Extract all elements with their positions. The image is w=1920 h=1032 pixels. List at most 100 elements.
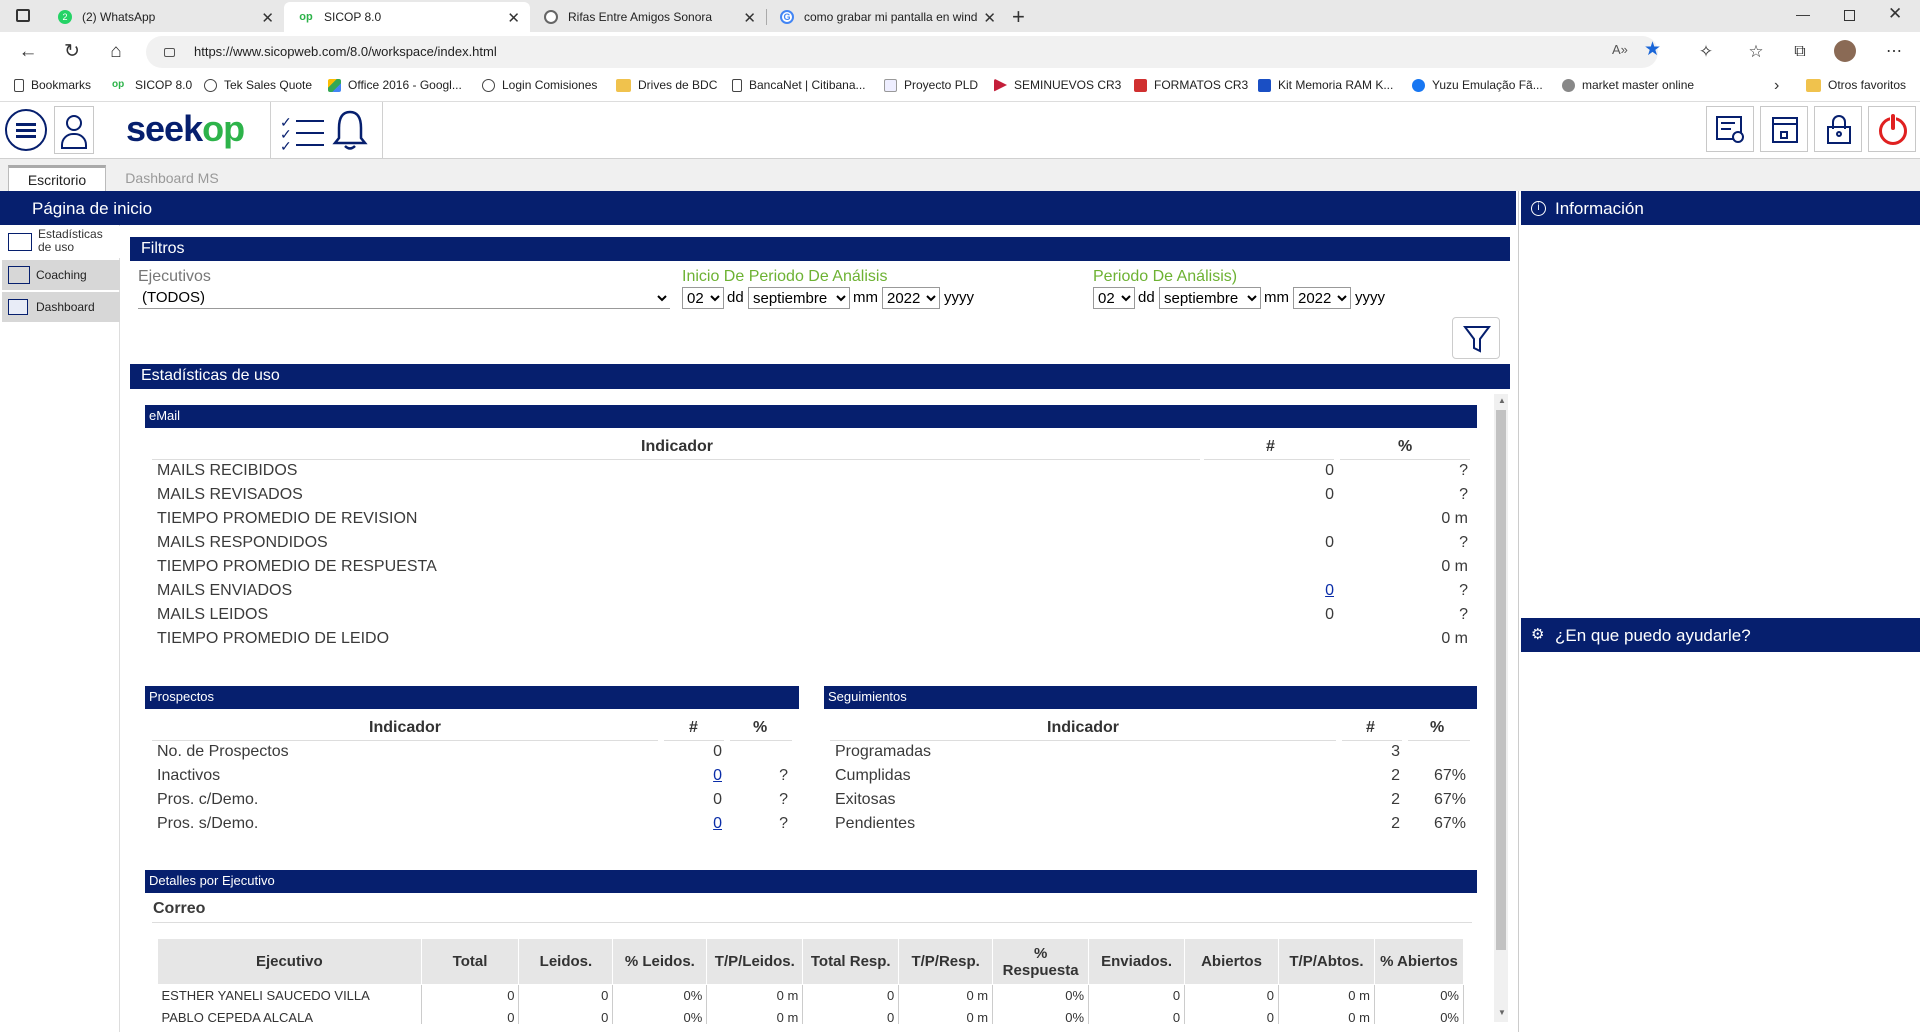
tab-whatsapp[interactable]: 2 (2) WhatsApp ✕ <box>44 2 284 32</box>
detalles-col-header: T/P/Resp. <box>898 938 994 985</box>
page-title: Página de inicio <box>32 199 153 218</box>
checklist-icon[interactable]: ✓ ✓ ✓ <box>280 110 326 154</box>
other-favorites[interactable]: Otros favoritos <box>1806 78 1906 92</box>
funnel-icon <box>1463 326 1491 353</box>
tab-sicop[interactable]: op SICOP 8.0 ✕ <box>284 2 530 32</box>
email-row-count: 0 <box>1325 462 1334 479</box>
detalles-cell: 0 <box>802 984 900 1007</box>
ejecutivos-select[interactable]: (TODOS) <box>138 287 670 309</box>
lock-icon[interactable] <box>1814 106 1862 152</box>
email-row-label: TIEMPO PROMEDIO DE REVISION <box>157 510 418 527</box>
new-tab-button[interactable]: + <box>1012 4 1025 30</box>
power-off-icon[interactable] <box>1868 106 1916 152</box>
minimize-button[interactable]: — <box>1796 6 1810 22</box>
tab-actions-icon[interactable] <box>16 9 30 22</box>
back-icon[interactable]: ← <box>16 40 40 64</box>
bookmark-item[interactable]: market master online <box>1562 78 1694 92</box>
calendar-icon[interactable] <box>1760 106 1808 152</box>
chevron-right-icon[interactable]: › <box>1774 77 1779 95</box>
inicio-day-select[interactable]: 02 <box>682 287 724 309</box>
sidebar-item-dashboard[interactable]: Dashboard <box>2 292 120 322</box>
url-text[interactable]: https://www.sicopweb.com/8.0/workspace/i… <box>194 44 497 59</box>
favorites-icon[interactable]: ☆ <box>1744 40 1768 64</box>
seguimientos-row-label: Cumplidas <box>835 767 911 784</box>
prospectos-row-count[interactable]: 0 <box>660 815 722 833</box>
prospectos-row-label: Inactivos <box>157 767 221 784</box>
detalles-col-header: T/P/Leidos. <box>706 938 804 985</box>
filter-button[interactable] <box>1452 317 1500 359</box>
email-row-pct: ? <box>1459 462 1468 479</box>
arrow-logo-icon <box>994 78 1007 92</box>
close-tab-icon[interactable]: ✕ <box>743 9 756 27</box>
seekop-logo: seekopseekop <box>126 108 245 149</box>
refresh-icon[interactable]: ↻ <box>60 40 84 64</box>
bookmark-item[interactable]: Office 2016 - Googl... <box>328 78 462 92</box>
table-row: ESTHER YANELI SAUCEDO VILLA 0 0 0% 0 m00 m 0%… <box>157 984 1465 1007</box>
content-scrollbar[interactable]: ▲ ▼ <box>1494 394 1508 1022</box>
sidebar-item-coaching[interactable]: Coaching <box>2 260 120 290</box>
detalles-cell: 0% <box>612 984 708 1007</box>
page-title-bar: Página de inicio <box>0 191 1516 225</box>
seguimientos-row-count: 2 <box>1391 767 1400 784</box>
tab-escritorio[interactable]: Escritorio <box>8 165 106 191</box>
prospectos-row-count[interactable]: 0 <box>660 767 722 785</box>
favorite-star-icon[interactable]: ★ <box>1644 38 1661 61</box>
tab-rifas[interactable]: Rifas Entre Amigos Sonora ✕ <box>530 2 766 32</box>
seguimientos-row-label: Exitosas <box>835 791 896 808</box>
email-row-count[interactable]: 0 <box>1230 582 1334 600</box>
bookmark-item[interactable]: FORMATOS CR3 <box>1134 78 1248 92</box>
restore-button[interactable] <box>1844 10 1855 21</box>
app-header: seekopseekop ✓ ✓ ✓ <box>0 102 1920 159</box>
profile-avatar[interactable] <box>1834 40 1856 62</box>
periodo-day-select[interactable]: 02 <box>1093 287 1135 309</box>
google-icon: G <box>780 10 794 24</box>
help-header[interactable]: ⚙ ¿En que puedo ayudarle? <box>1521 618 1920 652</box>
collections-icon[interactable]: ⧉ <box>1788 40 1812 64</box>
close-tab-icon[interactable]: ✕ <box>261 9 274 27</box>
bookmark-item[interactable]: SEMINUEVOS CR3 <box>994 78 1121 92</box>
bookmarks-bar: Bookmarks op SICOP 8.0 Tek Sales Quote Of… <box>0 72 1920 102</box>
periodo-year-select[interactable]: 2022 <box>1293 287 1351 309</box>
email-row-pct: ? <box>1459 606 1468 623</box>
home-icon[interactable]: ⌂ <box>104 40 128 64</box>
inicio-month-select[interactable]: septiembre <box>748 287 850 309</box>
address-bar-row: ← ↻ ⌂ https://www.sicopweb.com/8.0/works… <box>0 32 1920 72</box>
extensions-icon[interactable]: ✧ <box>1694 40 1718 64</box>
inicio-year-select[interactable]: 2022 <box>882 287 940 309</box>
bookmark-item[interactable]: Yuzu Emulação Fã... <box>1412 78 1543 92</box>
tab-google[interactable]: G como grabar mi pantalla en wind ✕ <box>766 2 1006 32</box>
sidebar-item-estadisticas[interactable]: Estadísticas de uso <box>2 226 120 258</box>
bookmark-item[interactable]: op SICOP 8.0 <box>112 78 192 92</box>
info-title: Información <box>1555 199 1644 218</box>
hamburger-menu-icon[interactable] <box>5 109 47 151</box>
bookmark-item[interactable]: Drives de BDC <box>616 78 717 92</box>
folder-icon <box>1806 78 1821 92</box>
periodo-month-select[interactable]: septiembre <box>1159 287 1261 309</box>
scrollbar-thumb[interactable] <box>1496 410 1506 950</box>
bookmark-item[interactable]: Login Comisiones <box>482 78 597 92</box>
bookmark-item[interactable]: Kit Memoria RAM K... <box>1258 78 1393 92</box>
close-tab-icon[interactable]: ✕ <box>983 9 996 27</box>
whatsapp-icon: 2 <box>58 10 72 24</box>
url-bar[interactable]: https://www.sicopweb.com/8.0/workspace/i… <box>146 36 1661 68</box>
email-row-label: MAILS REVISADOS <box>157 486 303 503</box>
user-profile-icon[interactable] <box>54 106 94 154</box>
bookmark-item[interactable]: Bookmarks <box>14 78 91 92</box>
prospectos-row-label: Pros. c/Demo. <box>157 791 259 808</box>
close-tab-icon[interactable]: ✕ <box>507 9 520 27</box>
tab-title: Rifas Entre Amigos Sonora <box>568 10 713 24</box>
login-icon <box>482 78 495 92</box>
bookmark-item[interactable]: Proyecto PLD <box>884 78 978 92</box>
notifications-bell-icon[interactable] <box>330 108 370 152</box>
more-menu-icon[interactable]: ⋯ <box>1882 40 1906 64</box>
close-window-button[interactable]: ✕ <box>1888 4 1902 24</box>
lock-icon[interactable] <box>164 48 175 57</box>
report-search-icon[interactable] <box>1706 106 1754 152</box>
bookmark-item[interactable]: Tek Sales Quote <box>204 78 312 92</box>
bookmark-item[interactable]: BancaNet | Citibana... <box>732 78 866 92</box>
read-aloud-icon[interactable]: A» <box>1612 42 1628 57</box>
sidebar-item-label: Estadísticas de uso <box>38 227 103 254</box>
tab-dashboard-ms[interactable]: Dashboard MS <box>110 165 234 191</box>
email-row-label: TIEMPO PROMEDIO DE LEIDO <box>157 630 390 647</box>
coaching-icon <box>8 266 30 284</box>
